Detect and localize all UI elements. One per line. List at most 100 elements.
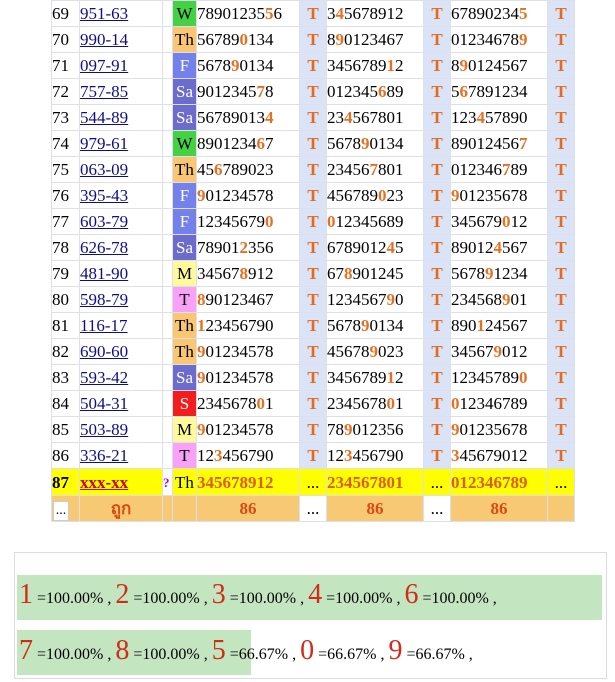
result-code-cell[interactable]: 503-89 [79, 416, 163, 443]
result-code-link[interactable]: 503-89 [80, 420, 128, 439]
digits-set-1: 901234578 [196, 182, 300, 209]
result-code-cell[interactable]: 598-79 [79, 286, 163, 313]
prediction-code-link[interactable]: xxx-xx [80, 473, 128, 492]
result-code-cell[interactable]: 990-14 [79, 26, 163, 53]
match-mark: T [299, 156, 327, 183]
match-mark: T [299, 390, 327, 417]
result-code-link[interactable]: 603-79 [80, 212, 128, 231]
match-mark: T [423, 390, 451, 417]
hit-digit: 6 [459, 82, 469, 101]
result-code-cell[interactable]: 603-79 [79, 208, 163, 235]
digits-set-3: 890124567 [450, 234, 548, 261]
row-number: 75 [51, 156, 80, 183]
ellipsis: ... [547, 468, 575, 496]
result-code-link[interactable]: 063-09 [80, 160, 128, 179]
unknown-cell: ? [162, 468, 173, 496]
summary-digit: 3 [211, 579, 226, 610]
total-row: ... ถูก 86... 86... 86 [51, 495, 575, 522]
row-number: 82 [51, 338, 80, 365]
digits-set-3: 123457890 [450, 104, 548, 131]
digits-set-1: 123456790 [196, 208, 300, 235]
result-code-link[interactable]: 481-90 [80, 264, 128, 283]
blank-cell [162, 52, 173, 79]
hit-digit: 4 [335, 4, 345, 23]
digits-set-1: 567890134 [196, 104, 300, 131]
result-code-cell[interactable]: 979-61 [79, 130, 163, 157]
hit-digit: 9 [493, 342, 503, 361]
match-mark: T [547, 234, 575, 261]
result-code-cell[interactable]: 395-43 [79, 182, 163, 209]
summary-digit: 5 [211, 635, 226, 666]
result-code-link[interactable]: 544-89 [80, 108, 128, 127]
hit-digit: 6 [256, 134, 266, 153]
day-badge: T [172, 286, 197, 313]
result-code-cell[interactable]: 336-21 [79, 442, 163, 469]
result-code-link[interactable]: 690-60 [80, 342, 128, 361]
blank-cell [162, 442, 173, 469]
result-code-link[interactable]: 336-21 [80, 446, 128, 465]
hit-digit: 7 [256, 82, 266, 101]
prediction-code-cell[interactable]: xxx-xx [79, 468, 163, 496]
digits-set-1: 901234578 [196, 338, 300, 365]
result-code-link[interactable]: 593-42 [80, 368, 128, 387]
result-code-cell[interactable]: 481-90 [79, 260, 163, 287]
hit-digit: 9 [361, 316, 370, 335]
match-mark: T [423, 442, 451, 469]
hit-digit: 9 [485, 264, 494, 283]
result-code-link[interactable]: 598-79 [80, 290, 128, 309]
hit-digit: 0 [386, 394, 396, 413]
digits-set-2: 123456790 [326, 442, 424, 469]
match-mark: T [547, 364, 575, 391]
match-mark: T [423, 338, 451, 365]
result-code-link[interactable]: 951-63 [80, 4, 128, 23]
result-code-link[interactable]: 626-78 [80, 238, 128, 257]
hit-digit: 4 [493, 238, 503, 257]
result-code-cell[interactable]: 116-17 [79, 312, 163, 339]
result-code-cell[interactable]: 593-42 [79, 364, 163, 391]
result-code-link[interactable]: 979-61 [80, 134, 128, 153]
match-mark: T [299, 130, 327, 157]
result-code-link[interactable]: 990-14 [80, 30, 128, 49]
hit-digit: 9 [231, 56, 240, 75]
match-mark: T [423, 286, 451, 313]
result-code-link[interactable]: 097-91 [80, 56, 128, 75]
row-number: 77 [51, 208, 80, 235]
blank-cell [172, 495, 197, 522]
summary-percent: =100.00% [133, 590, 200, 607]
result-code-link[interactable]: 757-85 [80, 82, 128, 101]
match-mark: T [299, 364, 327, 391]
result-code-cell[interactable]: 757-85 [79, 78, 163, 105]
summary-digit: 9 [388, 635, 403, 666]
hit-digit: 3 [451, 446, 460, 465]
result-code-link[interactable]: 395-43 [80, 186, 128, 205]
result-code-link[interactable]: 116-17 [80, 316, 128, 335]
result-code-cell[interactable]: 626-78 [79, 234, 163, 261]
result-code-cell[interactable]: 951-63 [79, 0, 163, 27]
digits-set-1: 901234578 [196, 78, 300, 105]
match-mark: T [299, 442, 327, 469]
result-code-cell[interactable]: 063-09 [79, 156, 163, 183]
hit-digit: 0 [239, 30, 249, 49]
table-row: 79 481-90 M 345678912 T 678901245 T 567891234 T [51, 260, 575, 287]
row-number: 79 [51, 260, 80, 287]
result-code-cell[interactable]: 504-31 [79, 390, 163, 417]
blank-cell [162, 234, 173, 261]
hit-digit: 8 [239, 264, 249, 283]
blank-cell [162, 0, 173, 27]
digits-set-2: 678901245 [326, 260, 424, 287]
match-mark: T [547, 416, 575, 443]
summary-digit: 0 [300, 635, 315, 666]
hit-digit: 9 [386, 290, 396, 309]
table-row: 81 116-17 Th 123456790 T 567890134 T 890124567 T [51, 312, 575, 339]
result-code-cell[interactable]: 690-60 [79, 338, 163, 365]
result-code-cell[interactable]: 097-91 [79, 52, 163, 79]
hit-digit: 8 [344, 264, 353, 283]
result-code-cell[interactable]: 544-89 [79, 104, 163, 131]
result-code-link[interactable]: 504-31 [80, 394, 128, 413]
match-mark: T [547, 390, 575, 417]
match-mark: T [299, 286, 327, 313]
match-mark: T [423, 234, 451, 261]
hit-digit: 4 [265, 108, 274, 127]
hit-digit: 0 [265, 212, 274, 231]
match-mark: T [299, 78, 327, 105]
